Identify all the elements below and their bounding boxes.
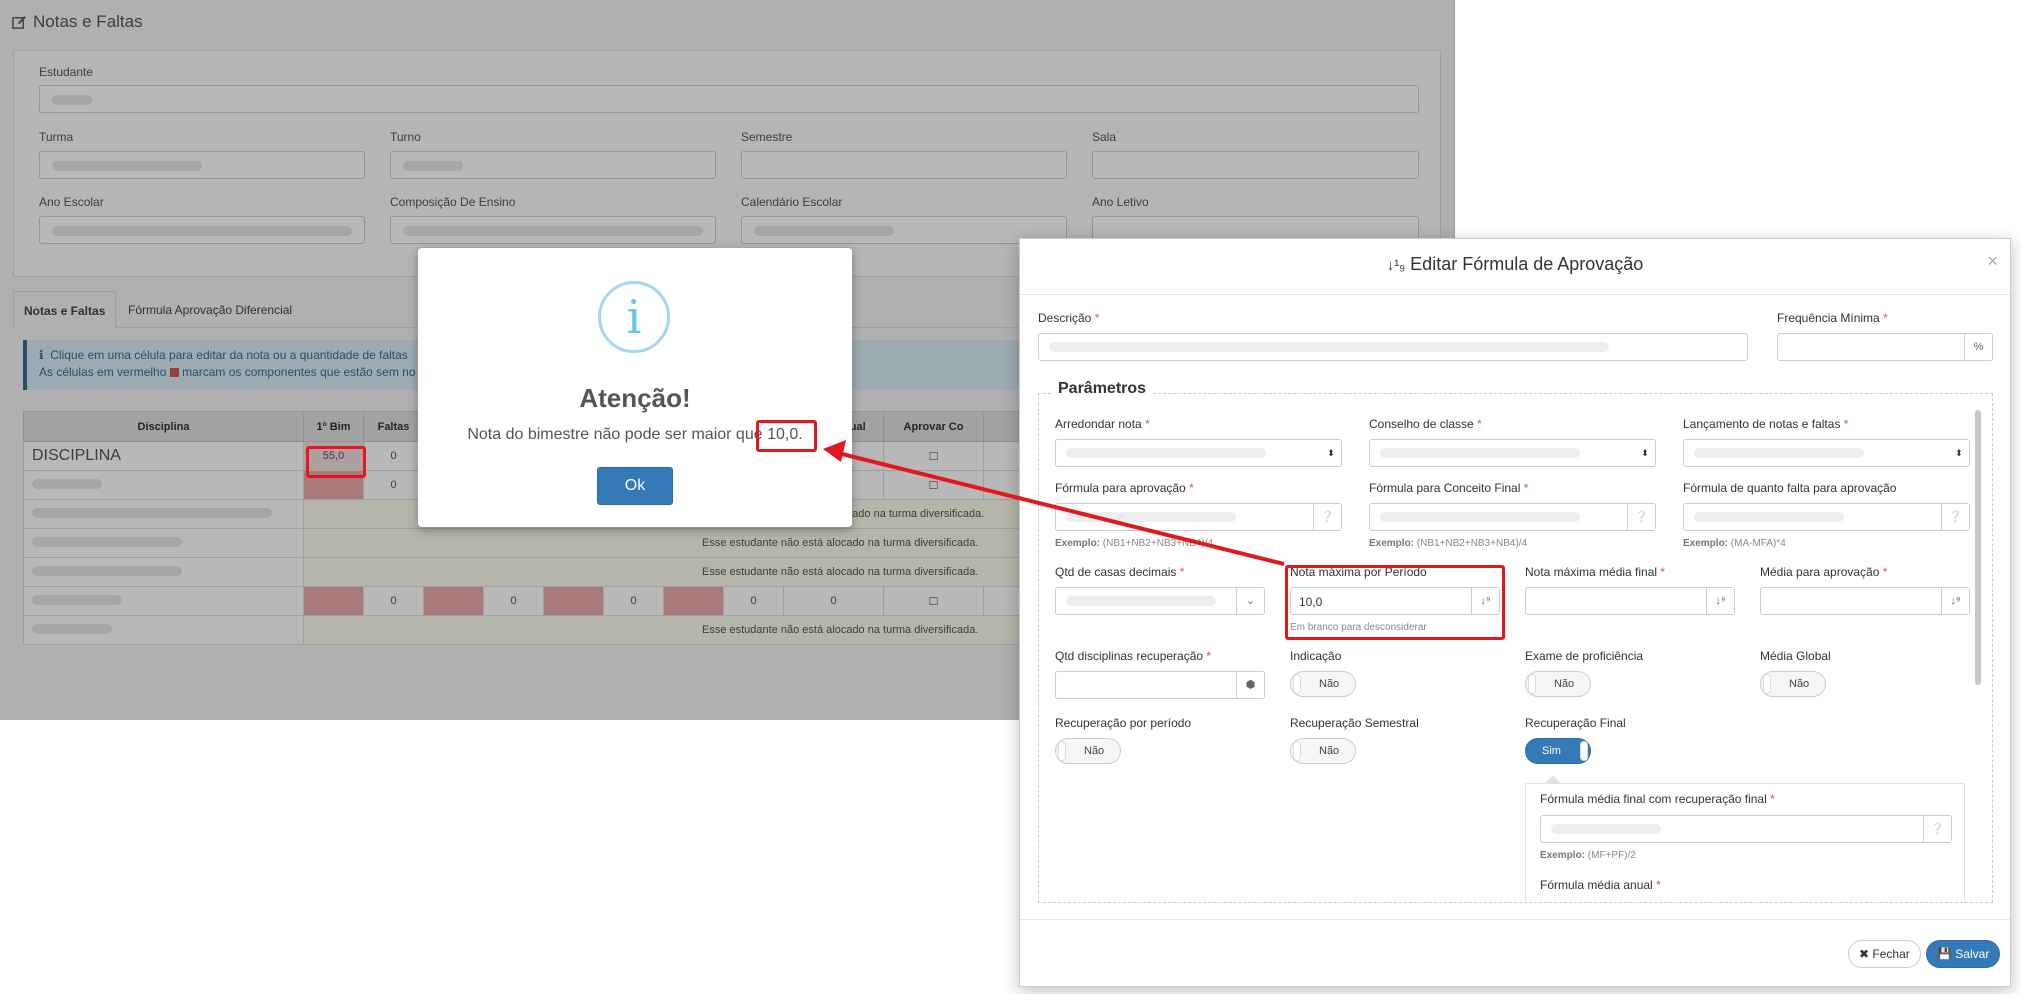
annotation-arrow bbox=[823, 440, 1285, 566]
